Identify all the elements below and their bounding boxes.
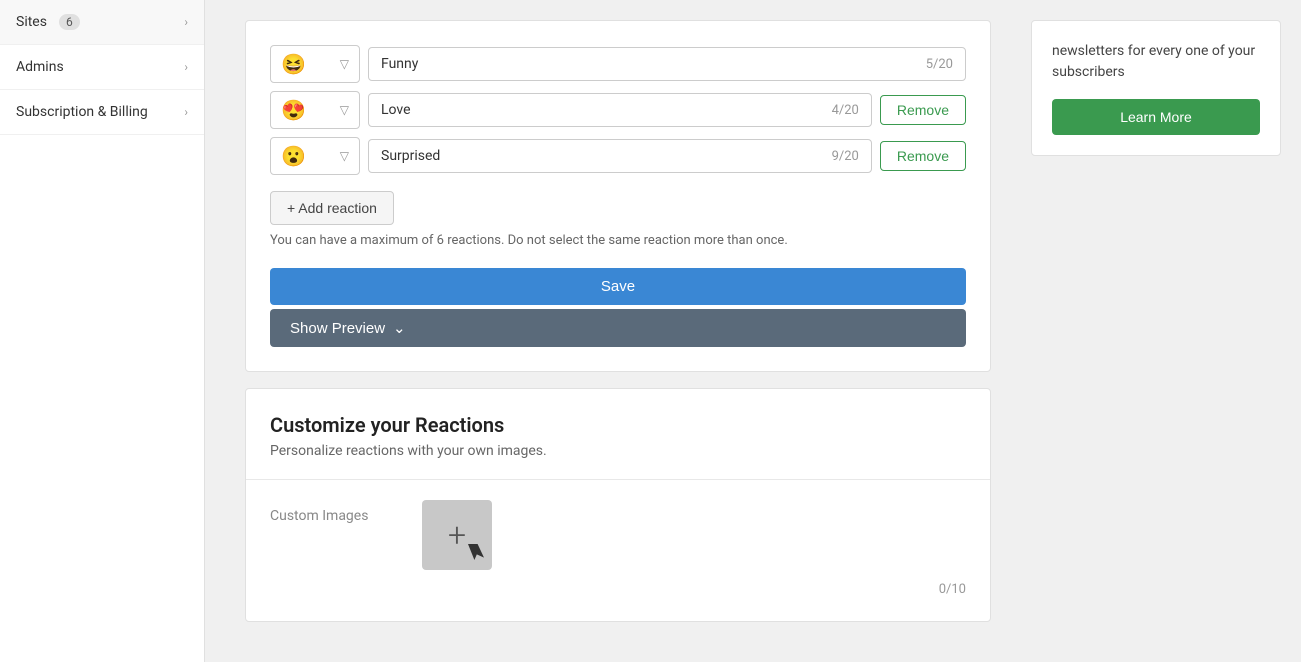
button-actions: Save Show Preview ⌄: [270, 256, 966, 347]
remove-button-love[interactable]: Remove: [880, 95, 966, 125]
customize-subtitle: Personalize reactions with your own imag…: [270, 443, 966, 459]
show-preview-button[interactable]: Show Preview ⌄: [270, 309, 966, 347]
center-panel: 😆 ▽ Funny 5/20 😍 ▽ Love: [225, 20, 1011, 642]
chevron-right-icon: ›: [184, 15, 188, 29]
sidebar-item-sites-label: Sites: [16, 14, 47, 30]
section-divider: [246, 479, 990, 480]
reaction-emoji-love[interactable]: 😍 ▽: [270, 91, 360, 129]
add-image-button[interactable]: +: [422, 500, 492, 570]
customize-section: Customize your Reactions Personalize rea…: [245, 388, 991, 622]
show-preview-label: Show Preview: [290, 320, 385, 337]
sidebar: Sites 6 › Admins › Subscription & Billin…: [0, 0, 205, 662]
promo-text: newsletters for every one of your subscr…: [1052, 41, 1260, 83]
reaction-count-funny: 5/20: [926, 57, 953, 72]
reaction-row-love: 😍 ▽ Love 4/20 Remove: [270, 91, 966, 129]
sidebar-item-subscription-billing[interactable]: Subscription & Billing ›: [0, 90, 204, 135]
reaction-hint: You can have a maximum of 6 reactions. D…: [270, 233, 966, 248]
sites-badge: 6: [59, 14, 80, 30]
emoji-surprised: 😮: [281, 144, 306, 168]
custom-images-row: Custom Images +: [270, 500, 966, 570]
sidebar-item-subscription-billing-label: Subscription & Billing: [16, 104, 148, 120]
reaction-label-funny: Funny: [381, 56, 418, 72]
image-count: 0/10: [270, 582, 966, 597]
reaction-emoji-funny[interactable]: 😆 ▽: [270, 45, 360, 83]
reaction-emoji-surprised[interactable]: 😮 ▽: [270, 137, 360, 175]
sidebar-item-sites[interactable]: Sites 6 ›: [0, 0, 204, 45]
reactions-section: 😆 ▽ Funny 5/20 😍 ▽ Love: [245, 20, 991, 372]
save-button[interactable]: Save: [270, 268, 966, 305]
sidebar-item-admins-label: Admins: [16, 59, 64, 75]
reaction-count-love: 4/20: [832, 103, 859, 118]
chevron-right-icon: ›: [184, 60, 188, 74]
chevron-down-icon-surprised: ▽: [340, 149, 349, 163]
reaction-name-funny: Funny 5/20: [368, 47, 966, 81]
promo-card: newsletters for every one of your subscr…: [1031, 20, 1281, 156]
emoji-funny: 😆: [281, 52, 306, 76]
customize-title: Customize your Reactions: [270, 413, 966, 437]
chevron-right-icon: ›: [184, 105, 188, 119]
sidebar-item-admins[interactable]: Admins ›: [0, 45, 204, 90]
reaction-label-love: Love: [381, 102, 411, 118]
reaction-row-funny: 😆 ▽ Funny 5/20: [270, 45, 966, 83]
reaction-row-surprised: 😮 ▽ Surprised 9/20 Remove: [270, 137, 966, 175]
right-panel: newsletters for every one of your subscr…: [1031, 20, 1281, 642]
plus-icon: +: [448, 516, 466, 554]
learn-more-button[interactable]: Learn More: [1052, 99, 1260, 135]
custom-images-label: Custom Images: [270, 500, 390, 524]
chevron-down-icon: ⌄: [393, 319, 406, 337]
remove-button-surprised[interactable]: Remove: [880, 141, 966, 171]
reaction-name-surprised: Surprised 9/20: [368, 139, 872, 173]
add-reaction-button[interactable]: + Add reaction: [270, 191, 394, 225]
reaction-label-surprised: Surprised: [381, 148, 440, 164]
main-area: 😆 ▽ Funny 5/20 😍 ▽ Love: [205, 0, 1301, 662]
reaction-count-surprised: 9/20: [832, 149, 859, 164]
cursor-icon: [468, 544, 484, 560]
chevron-down-icon-love: ▽: [340, 103, 349, 117]
reaction-name-love: Love 4/20: [368, 93, 872, 127]
chevron-down-icon-funny: ▽: [340, 57, 349, 71]
emoji-love: 😍: [281, 98, 306, 122]
